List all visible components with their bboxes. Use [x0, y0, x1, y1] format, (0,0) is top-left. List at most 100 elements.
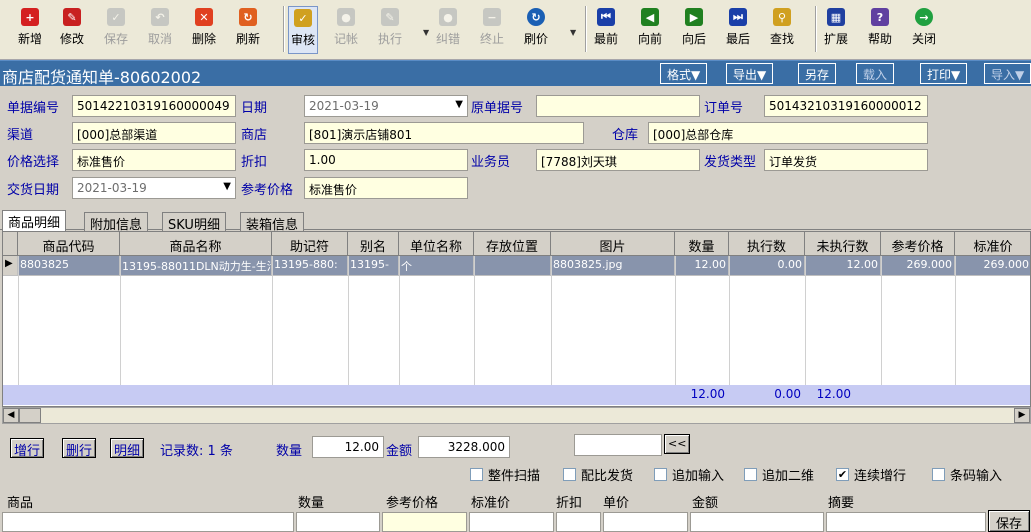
add-row-button[interactable]: 增行 — [10, 438, 45, 459]
import-button[interactable]: 导入▼ — [984, 63, 1031, 84]
delete-button[interactable]: ✕ 删除 — [192, 6, 216, 54]
close-button[interactable]: → 关闭 — [912, 6, 936, 54]
delete-row-button[interactable]: 删行 — [62, 438, 97, 459]
cell-std-price[interactable]: 269.000 — [955, 256, 1030, 276]
print-button[interactable]: 打印▼ — [920, 63, 968, 84]
option-continuous-add[interactable]: ✔ 连续增行 — [836, 465, 906, 484]
tab-product-detail[interactable]: 商品明细 — [2, 210, 67, 231]
column-header[interactable]: 未执行数 — [805, 232, 881, 256]
ref-price-field[interactable]: 标准售价 — [304, 177, 468, 199]
cell-mnemonic[interactable]: 13195-880: — [272, 256, 348, 276]
tab-extra-info[interactable]: 附加信息 — [84, 212, 149, 233]
option-barcode-input[interactable]: 条码输入 — [932, 465, 1002, 484]
format-button[interactable]: 格式▼ — [660, 63, 708, 84]
find-button[interactable]: ⚲ 查找 — [770, 6, 794, 54]
channel-field[interactable]: [000]总部渠道 — [72, 122, 236, 144]
entry-qty-input[interactable] — [296, 512, 380, 532]
entry-amount-input[interactable] — [690, 512, 824, 532]
collapse-button[interactable]: << — [664, 434, 691, 454]
post-button[interactable]: ● 记帐 — [334, 6, 358, 54]
orig-no-field[interactable] — [536, 95, 700, 117]
cell-product-name[interactable]: 13195-88011DLN动力生-生活鞋 — [120, 256, 272, 276]
salesman-field[interactable]: [7788]刘天琪 — [536, 149, 700, 171]
column-header[interactable]: 别名 — [348, 232, 399, 256]
scroll-left-icon[interactable]: ◀ — [3, 408, 19, 423]
total-qty: 12.00 — [690, 387, 725, 401]
cancel-button[interactable]: ↶ 取消 — [148, 6, 172, 54]
total-unexec: 12.00 — [816, 387, 851, 401]
save-button[interactable]: ✓ 保存 — [104, 6, 128, 54]
cell-unit[interactable]: 个 — [399, 256, 474, 276]
correct-button[interactable]: ● 纠错 — [436, 6, 460, 54]
entry-unit-price-input[interactable] — [603, 512, 688, 532]
entry-std-price-input[interactable] — [469, 512, 554, 532]
column-header[interactable]: 图片 — [551, 232, 675, 256]
execute-dropdown-icon[interactable]: ▼ — [423, 28, 429, 37]
cell-location[interactable] — [474, 256, 551, 276]
next-button[interactable]: ▶ 向后 — [682, 6, 706, 54]
column-header[interactable]: 单位名称 — [399, 232, 474, 256]
cell-unexec[interactable]: 12.00 — [805, 256, 881, 276]
column-header[interactable]: 执行数 — [729, 232, 805, 256]
discount-field[interactable]: 1.00 — [304, 149, 468, 171]
export-button[interactable]: 导出▼ — [726, 63, 774, 84]
cell-product-code[interactable]: 8803825 — [18, 256, 120, 276]
grid-line — [805, 256, 806, 385]
audit-button[interactable]: ✓ 审核 — [288, 6, 319, 54]
edit-button[interactable]: ✎ 修改 — [60, 6, 84, 54]
cancel-icon: ↶ — [151, 8, 169, 26]
column-header[interactable]: 标准价 — [955, 232, 1030, 256]
reprice-button[interactable]: ↻ 刷价 — [524, 6, 548, 54]
horizontal-scrollbar[interactable]: ◀ ▶ — [2, 407, 1031, 424]
price-select-field[interactable]: 标准售价 — [72, 149, 236, 171]
help-button[interactable]: ? 帮助 — [868, 6, 892, 54]
entry-ref-price-input[interactable] — [382, 512, 467, 532]
refresh-button[interactable]: ↻ 刷新 — [236, 6, 260, 54]
cell-image[interactable]: 8803825.jpg — [551, 256, 675, 276]
scroll-thumb[interactable] — [19, 408, 41, 423]
column-header[interactable]: 存放位置 — [474, 232, 551, 256]
last-button[interactable]: ⏭ 最后 — [726, 6, 750, 54]
extend-button[interactable]: ▦ 扩展 — [824, 6, 848, 54]
grid-line — [120, 256, 121, 385]
cell-ref-price[interactable]: 269.000 — [881, 256, 955, 276]
reprice-dropdown-icon[interactable]: ▼ — [570, 28, 576, 37]
order-no-field[interactable]: 50143210319160000012 — [764, 95, 928, 117]
load-button[interactable]: 载入 — [856, 63, 895, 84]
entry-product-input[interactable] — [2, 512, 294, 532]
column-header[interactable]: 助记符 — [272, 232, 348, 256]
option-whole-scan[interactable]: 整件扫描 — [470, 465, 540, 484]
column-header[interactable]: 商品名称 — [120, 232, 272, 256]
detail-button[interactable]: 明细 — [110, 438, 145, 459]
scroll-right-icon[interactable]: ▶ — [1014, 408, 1030, 423]
column-header[interactable]: 数量 — [675, 232, 729, 256]
cell-exec[interactable]: 0.00 — [729, 256, 805, 276]
refresh-icon: ↻ — [239, 8, 257, 26]
edit-icon: ✎ — [63, 8, 81, 26]
column-header[interactable]: 商品代码 — [18, 232, 120, 256]
prev-button[interactable]: ◀ 向前 — [638, 6, 662, 54]
cell-alias[interactable]: 13195- — [348, 256, 399, 276]
option-append-input[interactable]: 追加输入 — [654, 465, 724, 484]
ship-type-field[interactable]: 订单发货 — [764, 149, 928, 171]
cell-qty[interactable]: 12.00 — [675, 256, 729, 276]
column-header[interactable]: 参考价格 — [881, 232, 955, 256]
bill-no-field[interactable]: 50142210319160000049 — [72, 95, 236, 117]
new-button[interactable]: + 新增 — [18, 6, 42, 54]
entry-save-button[interactable]: 保存 — [988, 510, 1030, 532]
barcode-input[interactable] — [574, 434, 662, 456]
option-ratio-ship[interactable]: 配比发货 — [563, 465, 633, 484]
date-field[interactable]: 2021-03-19 ▼ — [304, 95, 468, 117]
first-button[interactable]: ⏮ 最前 — [594, 6, 618, 54]
option-append-2d[interactable]: 追加二维 — [744, 465, 814, 484]
stop-button[interactable]: − 终止 — [480, 6, 504, 54]
execute-button[interactable]: ✎ 执行 — [378, 6, 402, 54]
entry-discount-input[interactable] — [556, 512, 601, 532]
tab-sku-detail[interactable]: SKU明细 — [162, 212, 226, 233]
warehouse-field[interactable]: [000]总部仓库 — [648, 122, 928, 144]
entry-remark-input[interactable] — [826, 512, 986, 532]
save-as-button[interactable]: 另存 — [798, 63, 837, 84]
shop-field[interactable]: [801]演示店铺801 — [304, 122, 584, 144]
delivery-date-field[interactable]: 2021-03-19 ▼ — [72, 177, 236, 199]
tab-packing-info[interactable]: 装箱信息 — [240, 212, 305, 233]
